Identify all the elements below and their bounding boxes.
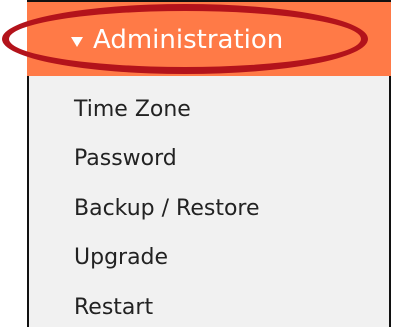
submenu-item-time-zone[interactable]: Time Zone [74,85,260,135]
submenu-item-restart[interactable]: Restart [74,283,260,333]
submenu-item-upgrade[interactable]: Upgrade [74,234,260,284]
administration-header-title[interactable]: Administration [71,22,283,58]
submenu-item-label: Upgrade [74,245,169,271]
submenu-item-label: Restart [74,294,154,320]
administration-submenu: Time Zone Password Backup / Restore Upgr… [74,85,260,333]
submenu-item-label: Time Zone [74,96,191,122]
submenu-item-label: Password [74,146,177,172]
triangle-down-icon [71,37,83,47]
submenu-item-password[interactable]: Password [74,135,260,185]
submenu-item-backup-restore[interactable]: Backup / Restore [74,184,260,234]
submenu-item-label: Backup / Restore [74,195,260,221]
administration-header[interactable]: Administration [27,2,391,76]
administration-label: Administration [93,25,284,55]
